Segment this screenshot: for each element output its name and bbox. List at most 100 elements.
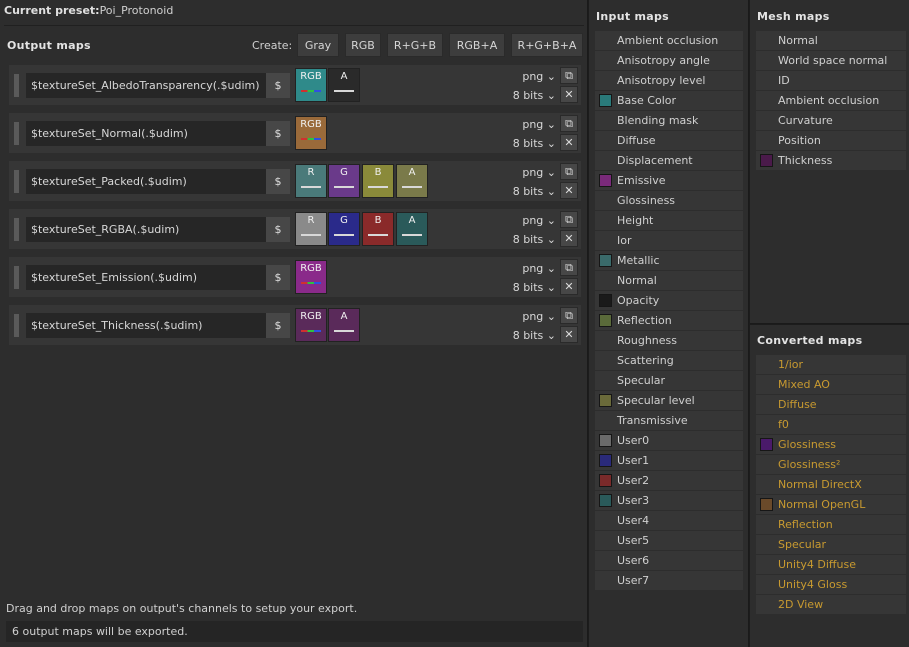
copy-button[interactable]: ⧉: [560, 307, 578, 324]
channel-slot[interactable]: B: [362, 212, 394, 246]
input-maps-item[interactable]: Metallic: [595, 251, 743, 270]
drag-handle[interactable]: [14, 74, 19, 97]
output-map-row[interactable]: $textureSet_Packed(.$udim) $ R G B A png …: [9, 161, 581, 201]
drag-handle[interactable]: [14, 218, 19, 241]
create-gray-button[interactable]: Gray: [297, 33, 339, 57]
preset-value[interactable]: Poi_Protonoid: [100, 4, 174, 17]
mesh-maps-item[interactable]: World space normal: [756, 51, 906, 70]
converted-maps-item[interactable]: f0: [756, 415, 906, 434]
output-map-name-input[interactable]: $textureSet_Packed(.$udim): [26, 169, 272, 194]
format-dropdown[interactable]: png ⌄: [516, 166, 556, 179]
channel-slot[interactable]: RGB: [295, 260, 327, 294]
input-maps-item[interactable]: User2: [595, 471, 743, 490]
converted-maps-item[interactable]: Glossiness: [756, 435, 906, 454]
input-maps-item[interactable]: Opacity: [595, 291, 743, 310]
input-maps-item[interactable]: Height: [595, 211, 743, 230]
bit-depth-dropdown[interactable]: 8 bits ⌄: [510, 137, 556, 150]
copy-button[interactable]: ⧉: [560, 259, 578, 276]
input-maps-item[interactable]: User4: [595, 511, 743, 530]
bit-depth-dropdown[interactable]: 8 bits ⌄: [510, 329, 556, 342]
input-maps-item[interactable]: Specular: [595, 371, 743, 390]
format-dropdown[interactable]: png ⌄: [516, 262, 556, 275]
converted-maps-item[interactable]: Glossiness²: [756, 455, 906, 474]
channel-slot[interactable]: A: [328, 68, 360, 102]
drag-handle[interactable]: [14, 266, 19, 289]
drag-handle[interactable]: [14, 170, 19, 193]
copy-button[interactable]: ⧉: [560, 115, 578, 132]
input-maps-item[interactable]: Transmissive: [595, 411, 743, 430]
format-dropdown[interactable]: png ⌄: [516, 118, 556, 131]
channel-slot[interactable]: RGB: [295, 68, 327, 102]
output-map-name-input[interactable]: $textureSet_Normal(.$udim): [26, 121, 272, 146]
input-maps-item[interactable]: Specular level: [595, 391, 743, 410]
converted-maps-item[interactable]: Normal DirectX: [756, 475, 906, 494]
input-maps-item[interactable]: Scattering: [595, 351, 743, 370]
delete-button[interactable]: ✕: [560, 134, 578, 151]
converted-maps-item[interactable]: Normal OpenGL: [756, 495, 906, 514]
mesh-maps-item[interactable]: Position: [756, 131, 906, 150]
delete-button[interactable]: ✕: [560, 230, 578, 247]
output-map-row[interactable]: $textureSet_Normal(.$udim) $ RGB png ⌄ 8 b…: [9, 113, 581, 153]
format-dropdown[interactable]: png ⌄: [516, 70, 556, 83]
create-r-g-b-a-button[interactable]: R+G+B+A: [511, 33, 583, 57]
input-maps-item[interactable]: Normal: [595, 271, 743, 290]
channel-slot[interactable]: B: [362, 164, 394, 198]
output-map-row[interactable]: $textureSet_AlbedoTransparency(.$udim) $ …: [9, 65, 581, 105]
input-maps-item[interactable]: Base Color: [595, 91, 743, 110]
output-map-row[interactable]: $textureSet_Thickness(.$udim) $ RGB A png…: [9, 305, 581, 345]
output-map-row[interactable]: $textureSet_RGBA(.$udim) $ R G B A png ⌄ 8…: [9, 209, 581, 249]
input-maps-item[interactable]: Emissive: [595, 171, 743, 190]
input-maps-item[interactable]: Displacement: [595, 151, 743, 170]
channel-slot[interactable]: A: [328, 308, 360, 342]
drag-handle[interactable]: [14, 122, 19, 145]
input-maps-item[interactable]: Blending mask: [595, 111, 743, 130]
variable-button[interactable]: $: [266, 313, 290, 338]
channel-slot[interactable]: RGB: [295, 116, 327, 150]
input-maps-item[interactable]: User3: [595, 491, 743, 510]
output-map-name-input[interactable]: $textureSet_Emission(.$udim): [26, 265, 272, 290]
channel-slot[interactable]: RGB: [295, 308, 327, 342]
delete-button[interactable]: ✕: [560, 86, 578, 103]
input-maps-item[interactable]: User7: [595, 571, 743, 590]
mesh-maps-item[interactable]: Curvature: [756, 111, 906, 130]
create-rgb-button[interactable]: RGB: [345, 33, 381, 57]
input-maps-item[interactable]: Roughness: [595, 331, 743, 350]
variable-button[interactable]: $: [266, 265, 290, 290]
converted-maps-item[interactable]: 1/ior: [756, 355, 906, 374]
output-map-name-input[interactable]: $textureSet_Thickness(.$udim): [26, 313, 272, 338]
converted-maps-item[interactable]: Unity4 Gloss: [756, 575, 906, 594]
bit-depth-dropdown[interactable]: 8 bits ⌄: [510, 89, 556, 102]
bit-depth-dropdown[interactable]: 8 bits ⌄: [510, 233, 556, 246]
input-maps-item[interactable]: Ambient occlusion: [595, 31, 743, 50]
bit-depth-dropdown[interactable]: 8 bits ⌄: [510, 281, 556, 294]
mesh-maps-item[interactable]: Ambient occlusion: [756, 91, 906, 110]
copy-button[interactable]: ⧉: [560, 67, 578, 84]
variable-button[interactable]: $: [266, 169, 290, 194]
input-maps-item[interactable]: Reflection: [595, 311, 743, 330]
channel-slot[interactable]: R: [295, 164, 327, 198]
input-maps-item[interactable]: User1: [595, 451, 743, 470]
input-maps-item[interactable]: Anisotropy level: [595, 71, 743, 90]
input-maps-item[interactable]: User5: [595, 531, 743, 550]
create-rgb-a-button[interactable]: RGB+A: [449, 33, 505, 57]
output-map-name-input[interactable]: $textureSet_RGBA(.$udim): [26, 217, 272, 242]
input-maps-item[interactable]: Diffuse: [595, 131, 743, 150]
channel-slot[interactable]: A: [396, 212, 428, 246]
converted-maps-item[interactable]: Reflection: [756, 515, 906, 534]
output-map-name-input[interactable]: $textureSet_AlbedoTransparency(.$udim): [26, 73, 272, 98]
create-r-g-b-button[interactable]: R+G+B: [387, 33, 443, 57]
channel-slot[interactable]: G: [328, 212, 360, 246]
format-dropdown[interactable]: png ⌄: [516, 214, 556, 227]
drag-handle[interactable]: [14, 314, 19, 337]
delete-button[interactable]: ✕: [560, 326, 578, 343]
channel-slot[interactable]: G: [328, 164, 360, 198]
mesh-maps-item[interactable]: Normal: [756, 31, 906, 50]
mesh-maps-item[interactable]: ID: [756, 71, 906, 90]
input-maps-item[interactable]: Glossiness: [595, 191, 743, 210]
copy-button[interactable]: ⧉: [560, 163, 578, 180]
variable-button[interactable]: $: [266, 121, 290, 146]
converted-maps-item[interactable]: Diffuse: [756, 395, 906, 414]
input-maps-item[interactable]: Anisotropy angle: [595, 51, 743, 70]
bit-depth-dropdown[interactable]: 8 bits ⌄: [510, 185, 556, 198]
input-maps-item[interactable]: Ior: [595, 231, 743, 250]
